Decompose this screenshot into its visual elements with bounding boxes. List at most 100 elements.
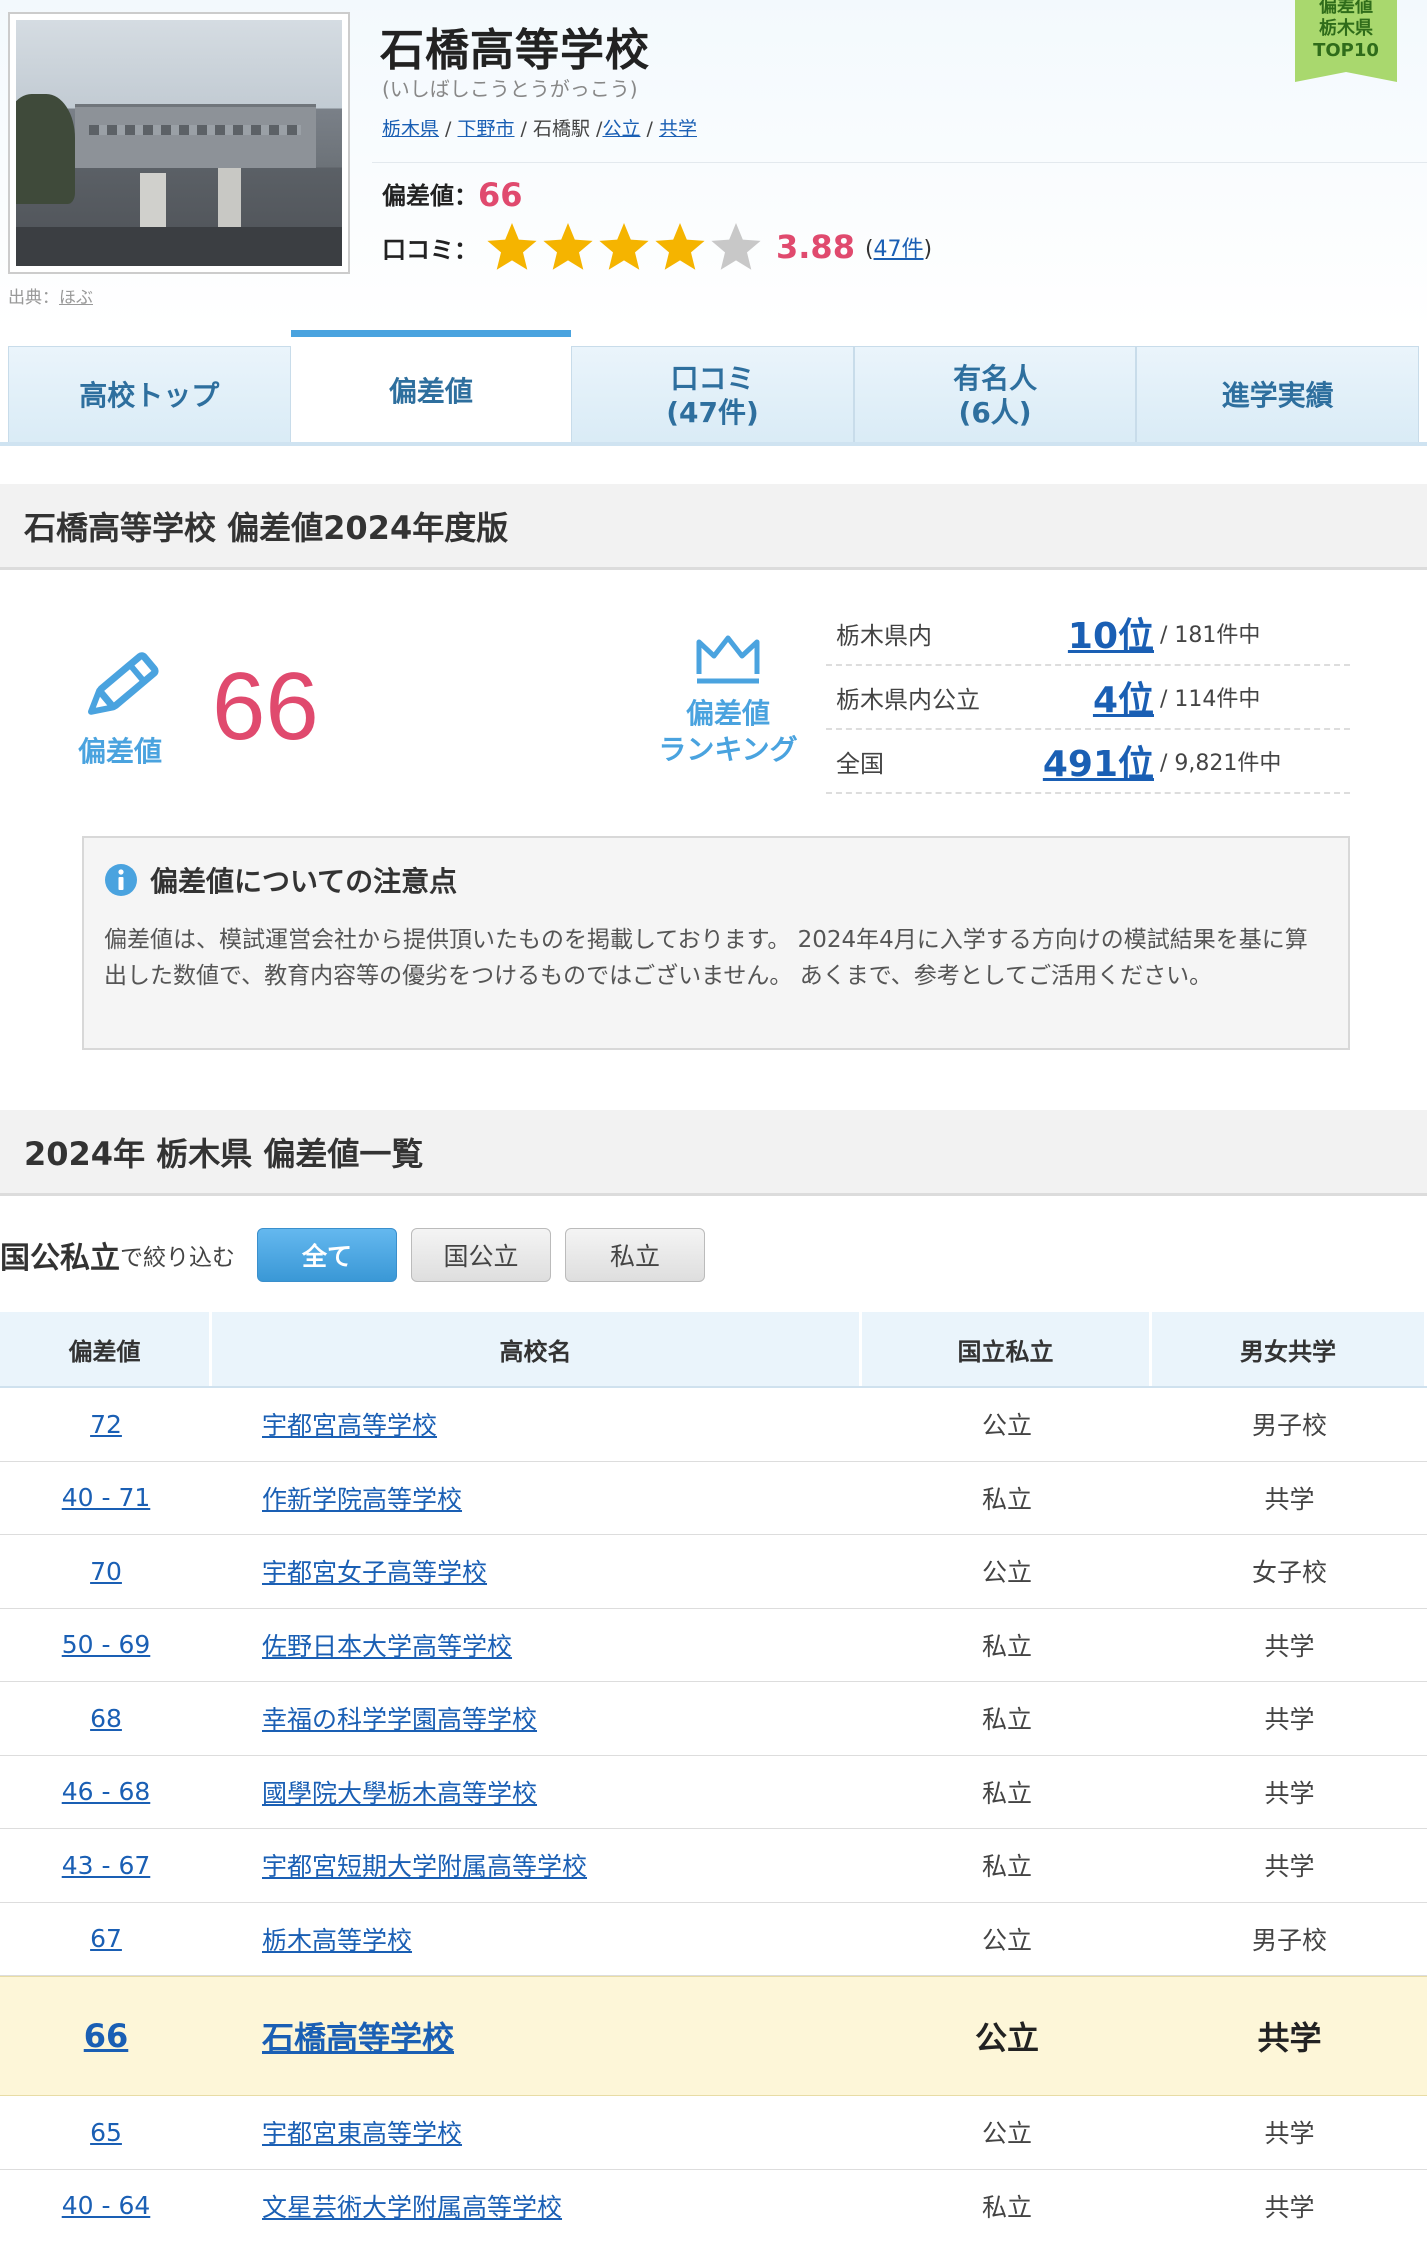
row-type: 公立	[974, 2019, 1039, 2057]
row-school-link[interactable]: 石橋高等学校	[262, 2013, 454, 2059]
header-divider	[372, 162, 1427, 163]
row-school-link[interactable]: 栃木高等学校	[262, 1921, 412, 1957]
row-score-link[interactable]: 50 - 69	[62, 1630, 151, 1659]
review-score: 3.88	[776, 228, 855, 266]
school-name: 石橋高等学校	[380, 25, 650, 76]
table-row: 50 - 69 佐野日本大学高等学校 私立 共学	[0, 1609, 1427, 1682]
star-filled-icon	[543, 223, 593, 270]
table-header: 偏差値 高校名 国立私立 男女共学	[0, 1312, 1427, 1388]
notice-text: 偏差値は、模試運営会社から提供頂いたものを掲載しております。 2024年4月に入…	[104, 927, 1308, 989]
table-body: 72 宇都宮高等学校 公立 男子校 40 - 71 作新学院高等学校 私立 共学 70 宇都宮女子…	[0, 1388, 1427, 2241]
filter-label: 国公私立	[0, 1241, 120, 1276]
row-school-link[interactable]: 佐野日本大学高等学校	[262, 1627, 512, 1663]
school-photo[interactable]	[8, 12, 350, 274]
row-school-link[interactable]: 宇都宮高等学校	[262, 1406, 437, 1442]
row-school-link[interactable]: 幸福の科学学園高等学校	[262, 1700, 537, 1736]
rank-row-pref: 栃木県内 10位 / 181件中	[826, 602, 1350, 666]
breadcrumb-gender[interactable]: 共学	[659, 118, 697, 140]
filter-sub: で絞り込む	[120, 1245, 235, 1271]
row-score-link[interactable]: 43 - 67	[62, 1851, 151, 1880]
tab-reviews[interactable]: 口コミ (47件)	[571, 346, 854, 446]
filter-public-button[interactable]: 国公立	[411, 1228, 551, 1282]
crown-icon	[696, 635, 760, 684]
row-score-link[interactable]: 46 - 68	[62, 1777, 151, 1806]
breadcrumb: 栃木県 / 下野市 / 石橋駅 /公立 / 共学	[382, 118, 697, 140]
ranking-label: 偏差値 ランキング	[658, 697, 798, 766]
col-hensachi[interactable]: 偏差値	[0, 1312, 212, 1386]
row-score-link[interactable]: 40 - 64	[62, 2191, 151, 2220]
hensachi-notice: 偏差値についての注意点 偏差値は、模試運営会社から提供頂いたものを掲載しておりま…	[82, 836, 1350, 1050]
rank-row-national: 全国 491位 / 9,821件中	[826, 730, 1350, 794]
filter-all-button[interactable]: 全て	[257, 1228, 397, 1282]
row-type: 私立	[981, 1705, 1032, 1735]
row-score-link[interactable]: 65	[90, 2118, 122, 2147]
row-type: 私立	[981, 2192, 1032, 2222]
notice-title: 偏差値についての注意点	[150, 865, 458, 898]
row-score-link[interactable]: 67	[90, 1924, 122, 1953]
row-gender: 共学	[1264, 1631, 1315, 1661]
row-school-link[interactable]: 文星芸術大学附属高等学校	[262, 2188, 562, 2224]
star-filled-icon	[487, 223, 537, 270]
row-type: 私立	[981, 1631, 1032, 1661]
table-row: 65 宇都宮東高等学校 公立 共学	[0, 2096, 1427, 2170]
tab-top[interactable]: 高校トップ	[8, 346, 291, 446]
filter-private-button[interactable]: 私立	[565, 1228, 705, 1282]
ranking-list-table: 偏差値 高校名 国立私立 男女共学 72 宇都宮高等学校 公立 男子校 40 - 71 作…	[0, 1312, 1427, 2241]
credit-link[interactable]: ほぶ	[59, 288, 93, 308]
row-score-link[interactable]: 70	[90, 1557, 122, 1586]
table-row: 40 - 71 作新学院高等学校 私立 共学	[0, 1462, 1427, 1535]
star-filled-icon	[599, 223, 649, 270]
row-type: 私立	[981, 1852, 1032, 1882]
row-gender: 共学	[1264, 1852, 1315, 1882]
section-title-list: 2024年 栃木県 偏差値一覧	[0, 1110, 1427, 1196]
table-row: 68 幸福の科学学園高等学校 私立 共学	[0, 1682, 1427, 1756]
breadcrumb-pref[interactable]: 栃木県	[382, 118, 439, 140]
tab-famous[interactable]: 有名人 (6人)	[853, 346, 1137, 446]
row-score-link[interactable]: 68	[90, 1704, 122, 1733]
hensachi-value: 66	[478, 176, 523, 214]
row-type: 私立	[981, 1484, 1032, 1514]
row-type: 私立	[981, 1778, 1032, 1808]
row-school-link[interactable]: 作新学院高等学校	[262, 1480, 462, 1516]
ranking-table: 栃木県内 10位 / 181件中 栃木県内公立 4位 / 114件中 全国 49…	[826, 602, 1350, 794]
school-kana: (いしばしこうとうがっこう)	[382, 77, 638, 101]
row-gender: 共学	[1264, 1484, 1315, 1514]
rank-row-pref-public: 栃木県内公立 4位 / 114件中	[826, 666, 1350, 730]
row-school-link[interactable]: 宇都宮短期大学附属高等学校	[262, 1847, 587, 1883]
pencil-icon	[88, 652, 159, 715]
star-empty-icon	[711, 223, 761, 270]
review-count-link[interactable]: 47件	[874, 237, 924, 262]
col-gender: 男女共学	[1152, 1312, 1427, 1386]
photo-credit: 出典：ほぶ	[8, 283, 93, 308]
row-type: 公立	[981, 1558, 1032, 1588]
table-row: 43 - 67 宇都宮短期大学附属高等学校 私立 共学	[0, 1829, 1427, 1903]
rank-national-link[interactable]: 491位	[1022, 735, 1154, 787]
table-row: 40 - 64 文星芸術大学附属高等学校 私立 共学	[0, 2170, 1427, 2241]
row-gender: 共学	[1264, 2192, 1315, 2222]
col-school-name: 高校名	[212, 1312, 862, 1386]
breadcrumb-city[interactable]: 下野市	[458, 118, 515, 140]
breadcrumb-type[interactable]: 公立	[602, 118, 640, 140]
table-row: 46 - 68 國學院大學栃木高等学校 私立 共学	[0, 1756, 1427, 1829]
tab-hensachi[interactable]: 偏差値	[290, 330, 572, 446]
star-filled-icon	[655, 223, 705, 270]
tab-results[interactable]: 進学実績	[1136, 346, 1419, 446]
section-title-hensachi: 石橋高等学校 偏差値2024年度版	[0, 484, 1427, 570]
rank-pref-link[interactable]: 10位	[1022, 607, 1154, 659]
row-score-link[interactable]: 72	[90, 1410, 122, 1439]
row-school-link[interactable]: 宇都宮女子高等学校	[262, 1553, 487, 1589]
row-gender: 共学	[1264, 1778, 1315, 1808]
rank-pref-public-link[interactable]: 4位	[1022, 671, 1154, 723]
row-gender: 共学	[1264, 1705, 1315, 1735]
row-school-link[interactable]: 宇都宮東高等学校	[262, 2114, 462, 2150]
table-row: 66 石橋高等学校 公立 共学	[0, 1976, 1427, 2096]
row-score-link[interactable]: 66	[84, 2017, 129, 2055]
row-school-link[interactable]: 國學院大學栃木高等学校	[262, 1774, 537, 1810]
school-tabs: 高校トップ 偏差値 口コミ (47件) 有名人 (6人) 進学実績	[8, 330, 1419, 446]
row-type: 公立	[981, 1411, 1032, 1441]
type-filter: 国公私立 で絞り込む 全て 国公立 私立	[0, 1228, 719, 1282]
row-gender: 共学	[1264, 2119, 1315, 2149]
row-gender: 女子校	[1251, 1558, 1327, 1588]
row-score-link[interactable]: 40 - 71	[62, 1483, 151, 1512]
header-hensachi: 偏差値：66	[382, 176, 523, 214]
